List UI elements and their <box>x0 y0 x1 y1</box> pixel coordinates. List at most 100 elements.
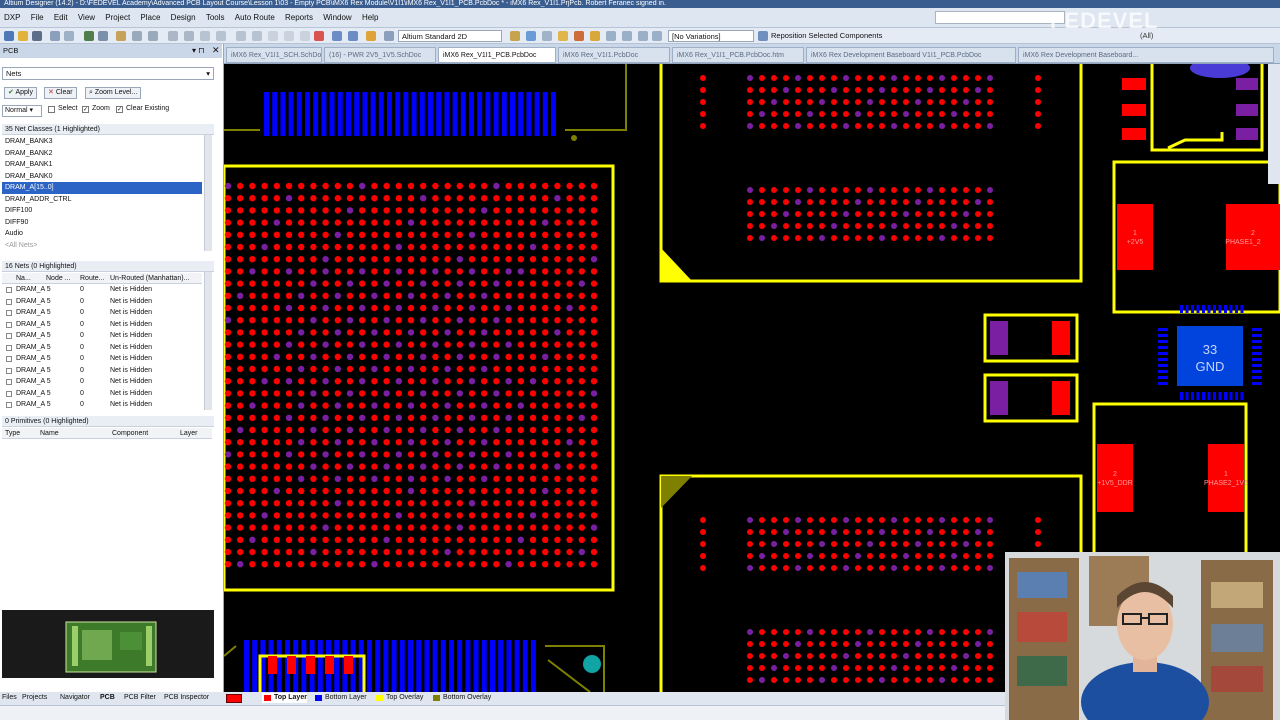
print-icon[interactable] <box>50 31 60 41</box>
net-checkbox[interactable] <box>6 390 12 397</box>
variations-select[interactable]: [No Variations] <box>668 30 754 42</box>
crosshair-icon[interactable] <box>284 31 294 41</box>
zoom-icon[interactable] <box>64 31 74 41</box>
interactive-route-icon[interactable] <box>526 31 536 41</box>
cross-icon[interactable] <box>216 31 226 41</box>
mask-mode-select[interactable]: Normal ▾ <box>2 105 42 117</box>
polygon-icon[interactable] <box>590 31 600 41</box>
menu-edit[interactable]: Edit <box>50 8 72 28</box>
net-row[interactable]: DRAM_A 5 0 Net is Hidden <box>2 307 202 319</box>
net-row[interactable]: DRAM_A 5 0 Net is Hidden <box>2 388 202 400</box>
net-checkbox[interactable] <box>6 402 12 408</box>
net-checkbox[interactable] <box>6 321 12 328</box>
menu-auto-route[interactable]: Auto Route <box>231 8 279 28</box>
dram-bottom-pads[interactable] <box>700 517 1041 683</box>
layer-tab-top[interactable]: Top Layer <box>262 693 307 703</box>
layer-tab-top-overlay[interactable]: Top Overlay <box>374 693 423 703</box>
class-item[interactable]: DRAM_BANK2 <box>2 148 202 160</box>
query-icon[interactable] <box>652 31 662 41</box>
undo-icon[interactable] <box>332 31 342 41</box>
doc-tab[interactable]: iMX6 Rex_V1I1_PCB.PcbDoc.htm <box>672 47 804 63</box>
path-field[interactable] <box>935 11 1065 24</box>
filter-icon[interactable] <box>384 31 394 41</box>
clear-button[interactable]: ✕ Clear <box>44 87 77 99</box>
panel-tab-pcb[interactable]: PCB <box>100 693 115 703</box>
move-icon[interactable] <box>184 31 194 41</box>
col-type[interactable]: Type <box>5 428 20 439</box>
doc-tab[interactable]: iMX6 Rex_V1I1_SCH.SchDoc <box>226 47 322 63</box>
menu-dxp[interactable]: DXP <box>0 8 24 28</box>
col-unrouted[interactable]: Un-Routed (Manhattan)... <box>110 273 189 284</box>
net-checkbox[interactable] <box>6 344 12 351</box>
net-row[interactable]: DRAM_A 5 0 Net is Hidden <box>2 319 202 331</box>
net-row[interactable]: DRAM_A 5 0 Net is Hidden <box>2 342 202 354</box>
select-checkbox[interactable] <box>48 106 55 113</box>
net-row[interactable]: DRAM_A 5 0 Net is Hidden <box>2 365 202 377</box>
net-row[interactable]: DRAM_A 5 0 Net is Hidden <box>2 296 202 308</box>
apply-button[interactable]: ✔ Apply <box>4 87 37 99</box>
board-preview[interactable] <box>2 610 214 678</box>
col-name[interactable]: Name <box>40 428 59 439</box>
panel-tab-pcb-inspector[interactable]: PCB Inspector <box>164 693 209 703</box>
col-name[interactable]: Na... <box>16 273 31 284</box>
class-item[interactable]: DRAM_BANK3 <box>2 136 202 148</box>
doc-tab[interactable]: iMX6 Rex Development Baseboard V1I1_PCB.… <box>806 47 1016 63</box>
class-item[interactable]: DIFF100 <box>2 205 202 217</box>
reposition-icon[interactable] <box>758 31 768 41</box>
net-checkbox[interactable] <box>6 298 12 305</box>
class-item[interactable]: DRAM_BANK1 <box>2 159 202 171</box>
col-component[interactable]: Component <box>112 428 148 439</box>
col-routed[interactable]: Route... <box>80 273 105 284</box>
current-layer-swatch[interactable] <box>226 694 242 703</box>
right-panel-tabs[interactable] <box>1268 64 1280 184</box>
via-icon[interactable] <box>558 31 568 41</box>
doc-tab[interactable]: iMX6 Rex_V1I1.PcbDoc <box>558 47 670 63</box>
panel-close-icon[interactable]: ✕ <box>212 45 220 56</box>
net-checkbox[interactable] <box>6 356 12 362</box>
top-connector-pads[interactable] <box>264 92 556 136</box>
pencil-icon[interactable] <box>366 31 376 41</box>
zoom-level-button[interactable]: ⌕ Zoom Level... <box>85 87 142 99</box>
dram-outline-top[interactable] <box>659 64 1083 283</box>
panel-tab-files[interactable]: Files <box>2 693 17 703</box>
class-item[interactable]: DRAM_BANK0 <box>2 171 202 183</box>
layer-tab-bottom-overlay[interactable]: Bottom Overlay <box>431 693 491 703</box>
folder-icon[interactable] <box>116 31 126 41</box>
redo-icon[interactable] <box>348 31 358 41</box>
net-row[interactable]: DRAM_A 5 0 Net is Hidden <box>2 353 202 365</box>
menu-file[interactable]: File <box>27 8 48 28</box>
string-icon[interactable] <box>606 31 616 41</box>
menu-tools[interactable]: Tools <box>202 8 229 28</box>
net-row[interactable]: DRAM_A 5 0 Net is Hidden <box>2 376 202 388</box>
menu-window[interactable]: Window <box>319 8 355 28</box>
panel-tab-pcb-filter[interactable]: PCB Filter <box>124 693 156 703</box>
reposition-button[interactable]: Reposition Selected Components <box>771 30 882 42</box>
doc-tab-active[interactable]: iMX6 Rex_V1I1_PCB.PcbDoc <box>438 47 556 63</box>
doc-tab[interactable]: (16) - PWR 2V5_1V5.SchDoc <box>324 47 436 63</box>
save-icon[interactable] <box>32 31 42 41</box>
panel-mode-select[interactable]: Nets ▾ <box>2 67 214 80</box>
new-icon[interactable] <box>4 31 14 41</box>
nets-scrollbar[interactable] <box>204 272 212 410</box>
net-checkbox[interactable] <box>6 310 12 316</box>
rubber-icon[interactable] <box>252 31 262 41</box>
net-checkbox[interactable] <box>6 379 12 385</box>
rect-icon[interactable] <box>268 31 278 41</box>
class-item[interactable]: <All Nets> <box>2 240 202 252</box>
zoom-checkbox[interactable]: ✓ <box>82 106 89 113</box>
fill-icon[interactable] <box>574 31 584 41</box>
route-icon[interactable] <box>510 31 520 41</box>
menu-place[interactable]: Place <box>136 8 164 28</box>
menu-help[interactable]: Help <box>358 8 382 28</box>
col-nodes[interactable]: Node ... <box>46 273 71 284</box>
class-item[interactable]: DIFF90 <box>2 217 202 229</box>
class-item[interactable]: DRAM_ADDR_CTRL <box>2 194 202 206</box>
component-icon[interactable] <box>622 31 632 41</box>
clear-existing-checkbox[interactable]: ✓ <box>116 106 123 113</box>
net-checkbox[interactable] <box>6 333 12 339</box>
class-item[interactable]: Audio <box>2 228 202 240</box>
open-icon[interactable] <box>18 31 28 41</box>
deselect-icon[interactable] <box>200 31 210 41</box>
clear-x-icon[interactable] <box>314 31 324 41</box>
pan-icon[interactable] <box>236 31 246 41</box>
